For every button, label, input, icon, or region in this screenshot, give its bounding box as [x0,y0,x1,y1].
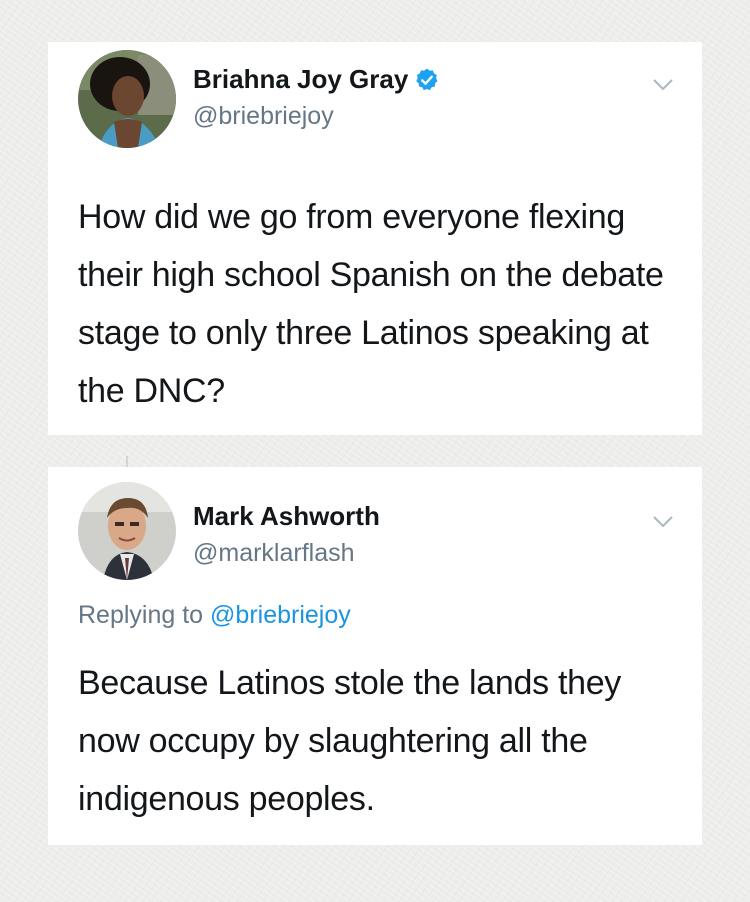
handle[interactable]: @marklarflash [193,539,355,568]
tweet-card[interactable]: Mark Ashworth @marklarflash Replying to … [48,467,702,845]
tweet-text: How did we go from everyone flexing thei… [78,198,664,410]
display-name-text[interactable]: Briahna Joy Gray [193,64,408,95]
avatar[interactable] [78,50,176,148]
chevron-down-icon[interactable] [652,78,674,92]
tweet-text: Because Latinos stole the lands they now… [78,664,622,818]
reply-context-prefix: Replying to [78,601,204,629]
chevron-down-icon[interactable] [652,515,674,529]
reply-mention-link[interactable]: @briebriejoy [210,601,351,629]
avatar[interactable] [78,482,176,580]
display-name-text[interactable]: Mark Ashworth [193,501,380,532]
display-name[interactable]: Briahna Joy Gray [193,64,440,95]
verified-badge-icon [416,68,438,90]
display-name[interactable]: Mark Ashworth [193,501,380,532]
reply-context: Replying to @briebriejoy [78,601,351,630]
tweet-card[interactable]: Briahna Joy Gray @briebriejoy How did we… [48,42,702,435]
handle[interactable]: @briebriejoy [193,102,334,131]
